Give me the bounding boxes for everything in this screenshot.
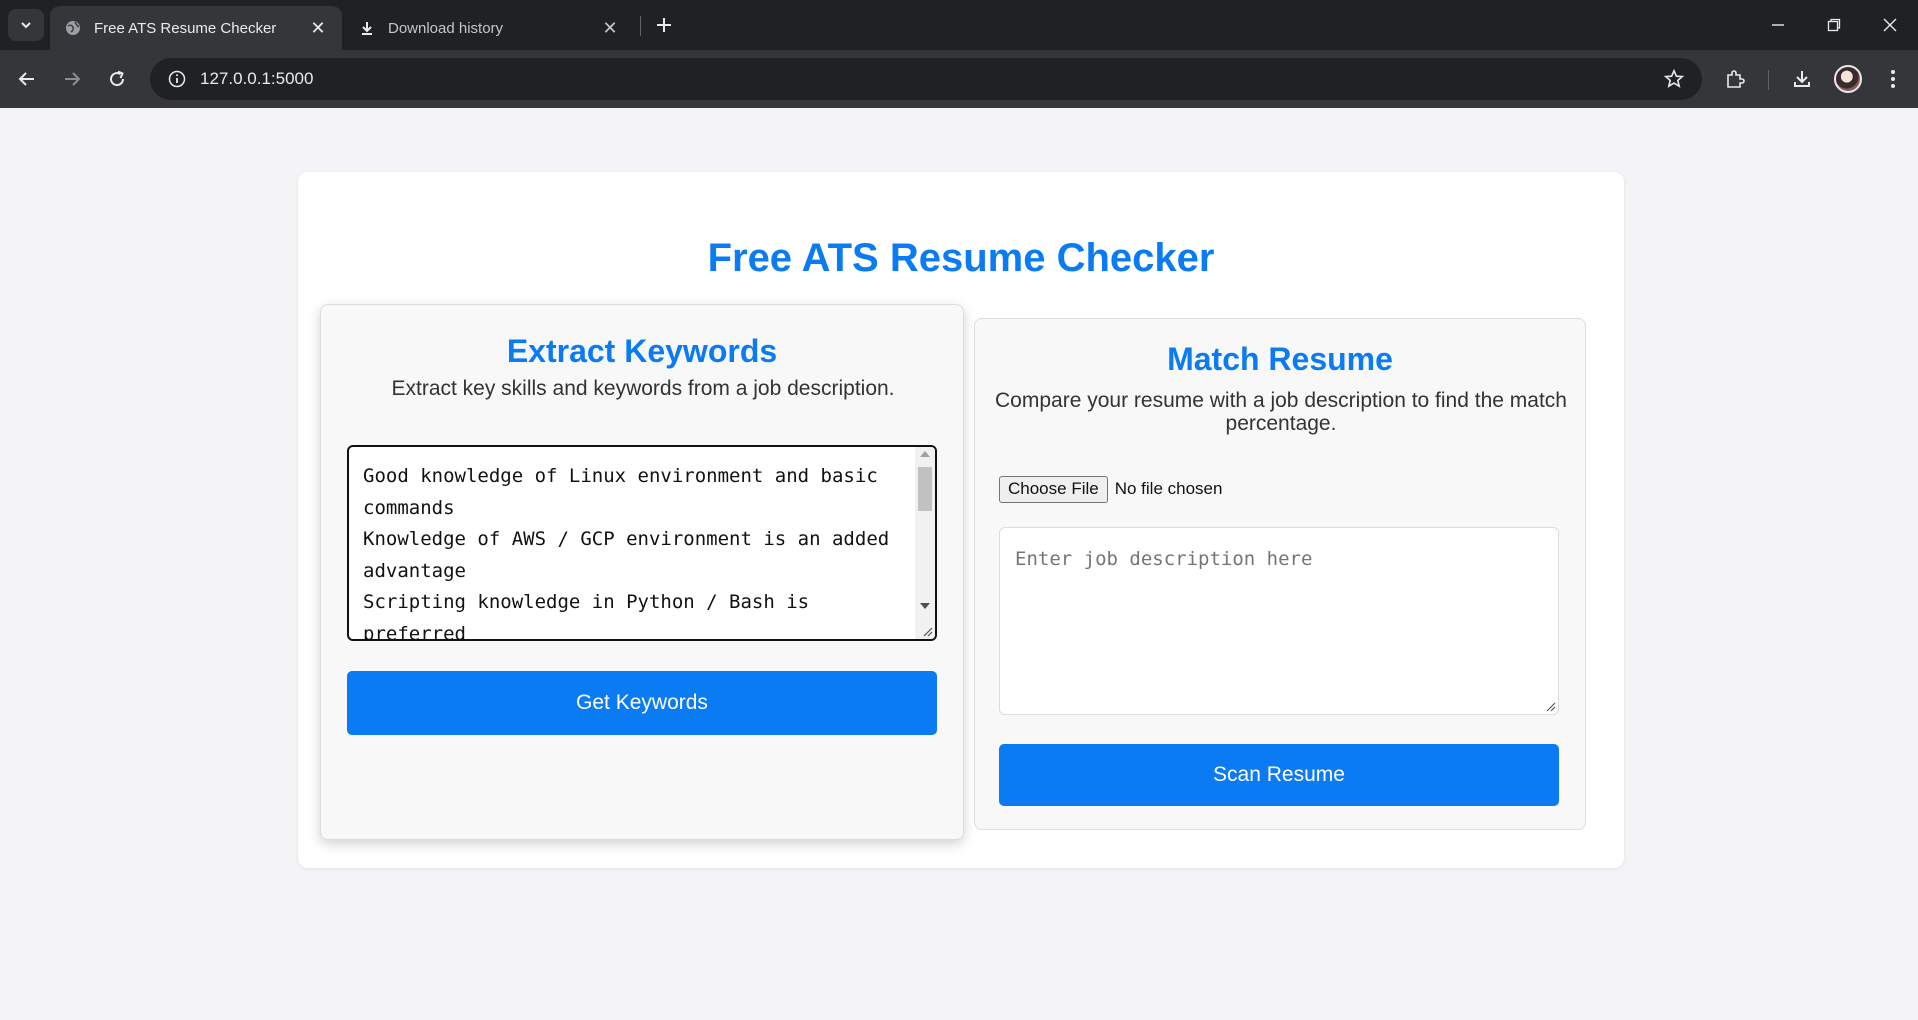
scroll-down-arrow-icon[interactable]	[920, 603, 930, 609]
get-keywords-button[interactable]: Get Keywords	[347, 671, 937, 735]
main-container: Free ATS Resume Checker Extract Keywords…	[298, 172, 1624, 868]
address-bar[interactable]: 127.0.0.1:5000	[150, 58, 1702, 100]
extract-keywords-description: Extract key skills and keywords from a j…	[391, 377, 895, 400]
textarea-scrollbar[interactable]	[915, 447, 935, 639]
browser-menu-button[interactable]	[1876, 62, 1910, 96]
tab-title: Download history	[388, 19, 504, 37]
scrollbar-thumb[interactable]	[918, 467, 932, 511]
profile-avatar[interactable]	[1834, 65, 1862, 93]
download-icon	[358, 19, 376, 37]
reload-button[interactable]	[100, 62, 134, 96]
resize-grip-icon[interactable]	[1544, 700, 1556, 712]
arrow-right-icon	[65, 72, 81, 86]
scan-resume-button[interactable]: Scan Resume	[999, 744, 1559, 806]
tab-divider	[640, 16, 641, 36]
scroll-up-arrow-icon[interactable]	[920, 451, 930, 457]
globe-icon	[64, 19, 82, 37]
close-window-button[interactable]	[1870, 10, 1910, 40]
match-resume-card: Match Resume Compare your resume with a …	[974, 318, 1586, 830]
resume-file-input[interactable]: Choose File No file chosen	[999, 475, 1222, 503]
choose-file-button[interactable]: Choose File	[999, 475, 1108, 503]
close-icon	[1883, 18, 1897, 32]
page-title: Free ATS Resume Checker	[707, 236, 1215, 280]
page-viewport: Free ATS Resume Checker Extract Keywords…	[0, 108, 1918, 1020]
match-job-description-textarea[interactable]: Enter job description here	[999, 527, 1559, 715]
plus-icon	[657, 18, 671, 32]
browser-toolbar: 127.0.0.1:5000	[0, 50, 1918, 108]
tab-download-history[interactable]: Download history ✕	[344, 6, 634, 50]
minimize-icon	[1772, 24, 1784, 26]
url-text[interactable]: 127.0.0.1:5000	[200, 69, 1654, 89]
forward-button[interactable]	[55, 62, 89, 96]
textarea-content: Good knowledge of Linux environment and …	[363, 465, 890, 641]
back-button[interactable]	[10, 62, 44, 96]
download-icon	[1794, 71, 1810, 87]
textarea-placeholder: Enter job description here	[1015, 548, 1313, 570]
restore-button[interactable]	[1814, 10, 1854, 40]
more-vertical-icon	[1891, 70, 1895, 88]
tab-title: Free ATS Resume Checker	[94, 19, 277, 37]
job-description-textarea[interactable]: Good knowledge of Linux environment and …	[347, 445, 937, 641]
tab-free-ats-resume-checker[interactable]: Free ATS Resume Checker ✕	[50, 6, 342, 50]
tab-search-button[interactable]	[8, 9, 44, 41]
puzzle-icon	[1727, 70, 1745, 88]
match-resume-description: Compare your resume with a job descripti…	[995, 389, 1567, 435]
reload-icon	[110, 70, 125, 87]
browser-tab-strip: Free ATS Resume Checker ✕ Download histo…	[0, 0, 1918, 50]
close-icon[interactable]: ✕	[600, 18, 620, 38]
chevron-down-icon	[21, 22, 31, 29]
bookmark-star-icon[interactable]	[1654, 69, 1694, 89]
arrow-left-icon	[18, 72, 34, 86]
downloads-button[interactable]	[1785, 62, 1819, 96]
resize-grip-icon[interactable]	[921, 625, 933, 637]
extract-keywords-card: Extract Keywords Extract key skills and …	[320, 304, 964, 840]
restore-icon	[1827, 18, 1841, 32]
extract-keywords-heading: Extract Keywords	[506, 333, 778, 369]
extensions-button[interactable]	[1718, 62, 1752, 96]
site-info-icon[interactable]	[156, 70, 198, 88]
file-status-text: No file chosen	[1114, 479, 1223, 498]
close-icon[interactable]: ✕	[308, 18, 328, 38]
match-resume-heading: Match Resume	[1167, 341, 1393, 377]
minimize-button[interactable]	[1758, 10, 1798, 40]
toolbar-divider	[1768, 70, 1769, 90]
new-tab-button[interactable]	[650, 11, 678, 39]
